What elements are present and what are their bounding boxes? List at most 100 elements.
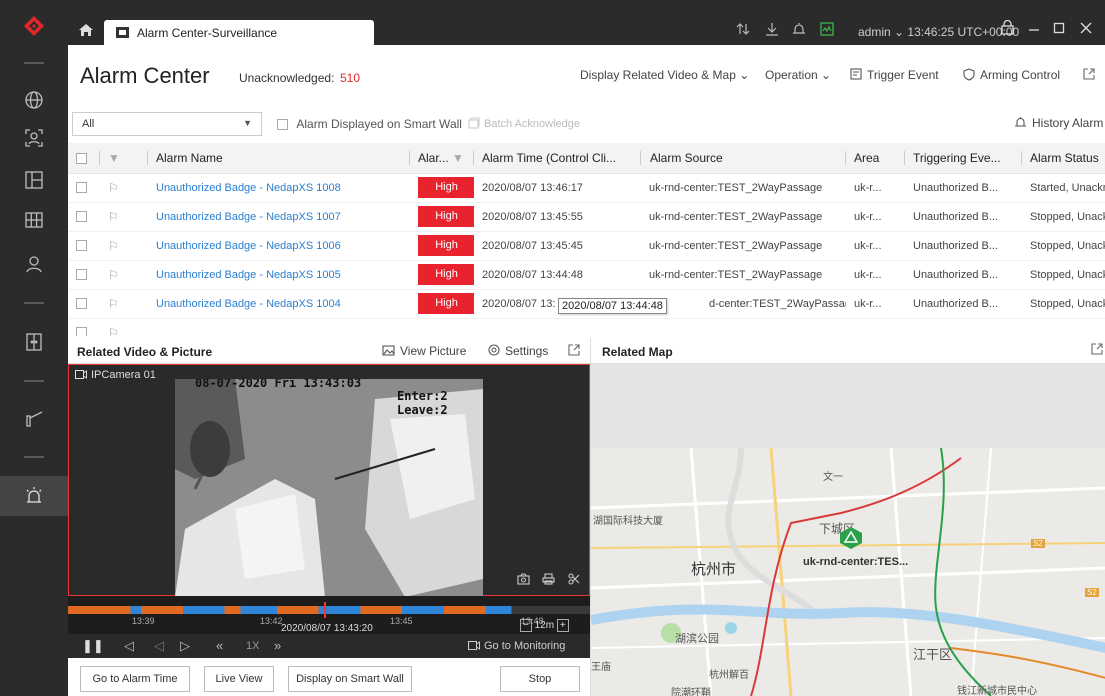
layout-icon[interactable] — [0, 160, 68, 200]
health-monitor-icon[interactable] — [820, 22, 834, 39]
table-row[interactable]: ⚐ Unauthorized Badge - NedapXS 1008 High 20… — [68, 173, 1105, 203]
person-icon[interactable] — [0, 244, 68, 284]
column-header-triggering-event[interactable]: Triggering Eve... — [905, 143, 1022, 174]
zoom-out-button[interactable]: − — [520, 619, 532, 632]
go-to-monitoring-button[interactable]: Go to Monitoring — [468, 640, 565, 652]
pause-icon[interactable]: ❚❚ — [82, 638, 104, 654]
select-all-header[interactable] — [68, 143, 100, 174]
row-checkbox-cell[interactable] — [68, 289, 100, 319]
expand-icon[interactable] — [1083, 68, 1095, 83]
alarm-name-cell[interactable]: Unauthorized Badge - NedapXS 1005 — [148, 260, 410, 290]
checkbox[interactable] — [76, 269, 87, 281]
face-recognition-icon[interactable] — [0, 118, 68, 158]
previous-frame-icon[interactable]: ◁ — [124, 638, 134, 654]
flag-cell[interactable]: ⚐ — [100, 289, 148, 319]
trigger-event-button[interactable]: Trigger Event — [850, 68, 939, 82]
snapshot-icon[interactable] — [517, 573, 530, 588]
alarm-name-cell[interactable]: Unauthorized Badge - NedapXS 1006 — [148, 231, 410, 261]
barrier-gate-icon[interactable] — [0, 398, 68, 438]
slow-down-icon[interactable]: « — [216, 638, 223, 653]
minimize-icon[interactable] — [1028, 20, 1040, 39]
speed-up-icon[interactable]: » — [274, 638, 281, 653]
flag-cell[interactable]: ⚐ — [100, 173, 148, 203]
flag-icon[interactable]: ⚐ — [108, 297, 119, 311]
alarm-filter-select[interactable]: All ▼ — [72, 112, 262, 136]
grid-view-icon[interactable] — [0, 200, 68, 240]
flag-cell[interactable]: ⚐ — [100, 202, 148, 232]
checkbox[interactable] — [76, 182, 87, 194]
flag-icon[interactable]: ⚐ — [108, 239, 119, 253]
row-checkbox-cell[interactable] — [68, 231, 100, 261]
view-picture-button[interactable]: View Picture — [382, 344, 466, 358]
flag-icon[interactable]: ⚐ — [108, 268, 119, 282]
stop-button[interactable]: Stop — [500, 666, 580, 692]
zoom-in-button[interactable]: + — [556, 619, 569, 632]
column-header-alarm-status[interactable]: Alarm Status — [1022, 143, 1105, 174]
flag-cell[interactable]: ⚐ — [100, 260, 148, 290]
settings-button[interactable]: Settings — [488, 344, 548, 358]
row-checkbox-cell[interactable] — [68, 318, 100, 336]
alarm-bell-icon[interactable] — [792, 22, 806, 39]
display-related-dropdown[interactable]: Display Related Video & Map ⌄ — [580, 68, 749, 82]
expand-icon[interactable] — [1091, 343, 1103, 358]
column-header-alarm-name[interactable]: Alarm Name — [148, 143, 410, 174]
column-header-alarm-level[interactable]: Alar... ▼ — [410, 143, 474, 174]
column-header-alarm-time[interactable]: Alarm Time (Control Cli... Alarm Source — [474, 143, 846, 174]
arming-control-button[interactable]: Arming Control — [963, 68, 1060, 82]
checkbox[interactable] — [76, 327, 87, 336]
filter-header[interactable]: ▼ — [100, 143, 148, 174]
go-to-alarm-time-button[interactable]: Go to Alarm Time — [80, 666, 190, 692]
sort-arrows-icon[interactable] — [736, 22, 750, 39]
clip-icon[interactable] — [568, 573, 580, 588]
alarm-device-marker-icon[interactable] — [839, 526, 863, 553]
playback-timeline[interactable]: 13:39 13:42 13:45 13:48 2020/08/07 13:43… — [68, 596, 590, 634]
flag-icon[interactable]: ⚐ — [108, 326, 119, 337]
checkbox[interactable] — [76, 240, 87, 252]
operation-dropdown[interactable]: Operation ⌄ — [765, 68, 831, 82]
row-checkbox-cell[interactable] — [68, 202, 100, 232]
close-icon[interactable] — [1080, 20, 1092, 39]
flag-icon[interactable]: ⚐ — [108, 210, 119, 224]
batch-acknowledge-button[interactable]: Batch Acknowledge — [468, 117, 580, 130]
map-canvas[interactable]: 湖国际科技大厦 杭州市 下城区 文一 湖滨公园 江干区 杭州解百 钱江新城市民中… — [591, 448, 1105, 696]
alarm-name-cell[interactable]: Unauthorized Badge - NedapXS 1008 — [148, 173, 410, 203]
hik-logo-icon[interactable] — [14, 8, 54, 44]
row-checkbox-cell[interactable] — [68, 173, 100, 203]
flag-icon[interactable]: ⚐ — [108, 181, 119, 195]
table-row[interactable]: ⚐ Unauthorized Badge - NedapXS 1007 High 20… — [68, 202, 1105, 232]
expand-icon[interactable] — [568, 344, 580, 359]
alarm-name-cell[interactable]: Unauthorized Badge - NedapXS 1007 — [148, 202, 410, 232]
download-icon[interactable] — [765, 22, 779, 39]
history-alarm-button[interactable]: History Alarm — [1014, 116, 1103, 130]
checkbox[interactable] — [76, 298, 87, 310]
row-checkbox-cell[interactable] — [68, 260, 100, 290]
smart-wall-checkbox[interactable]: Alarm Displayed on Smart Wall — [277, 117, 462, 131]
display-on-smart-wall-button[interactable]: Display on Smart Wall — [288, 666, 412, 692]
tab-alarm-center-surveillance[interactable]: Alarm Center-Surveillance — [104, 20, 374, 45]
step-forward-icon[interactable]: ▷ — [180, 638, 190, 654]
home-icon[interactable] — [78, 22, 96, 40]
video-player[interactable]: IPCamera 01 08-07-2020 Fri 13:43:03 Ente… — [68, 364, 590, 597]
table-row[interactable]: ⚐ Unauthorized Badge - NedapXS 1006 High 20… — [68, 231, 1105, 261]
filter-icon[interactable]: ▼ — [108, 151, 120, 165]
timeline-cursor[interactable] — [324, 602, 326, 618]
alarm-center-icon[interactable] — [0, 476, 68, 516]
step-back-icon[interactable]: ◁ — [154, 638, 164, 654]
globe-icon[interactable] — [0, 80, 68, 120]
checkbox[interactable] — [76, 211, 87, 223]
flag-cell[interactable]: ⚐ — [100, 231, 148, 261]
alarm-name-cell[interactable]: Unauthorized Badge - NedapXS 1004 — [148, 289, 410, 319]
lock-icon[interactable] — [1001, 19, 1014, 39]
table-row[interactable]: ⚐ Unauthorized Badge - NedapXS 1005 High 20… — [68, 260, 1105, 290]
maximize-icon[interactable] — [1053, 20, 1065, 39]
filter-icon[interactable]: ▼ — [449, 151, 464, 165]
recording-segments-bar[interactable] — [68, 606, 590, 614]
flag-cell[interactable]: ⚐ — [100, 318, 148, 336]
live-view-button[interactable]: Live View — [204, 666, 274, 692]
user-time-display[interactable]: admin ⌄ 13:46:25 UTC+00:00 — [858, 25, 1019, 39]
checkbox[interactable] — [277, 119, 288, 131]
print-icon[interactable] — [542, 573, 555, 588]
checkbox[interactable] — [76, 153, 87, 165]
table-row[interactable]: ⚐ — [68, 318, 1105, 336]
column-header-area[interactable]: Area — [846, 143, 905, 174]
